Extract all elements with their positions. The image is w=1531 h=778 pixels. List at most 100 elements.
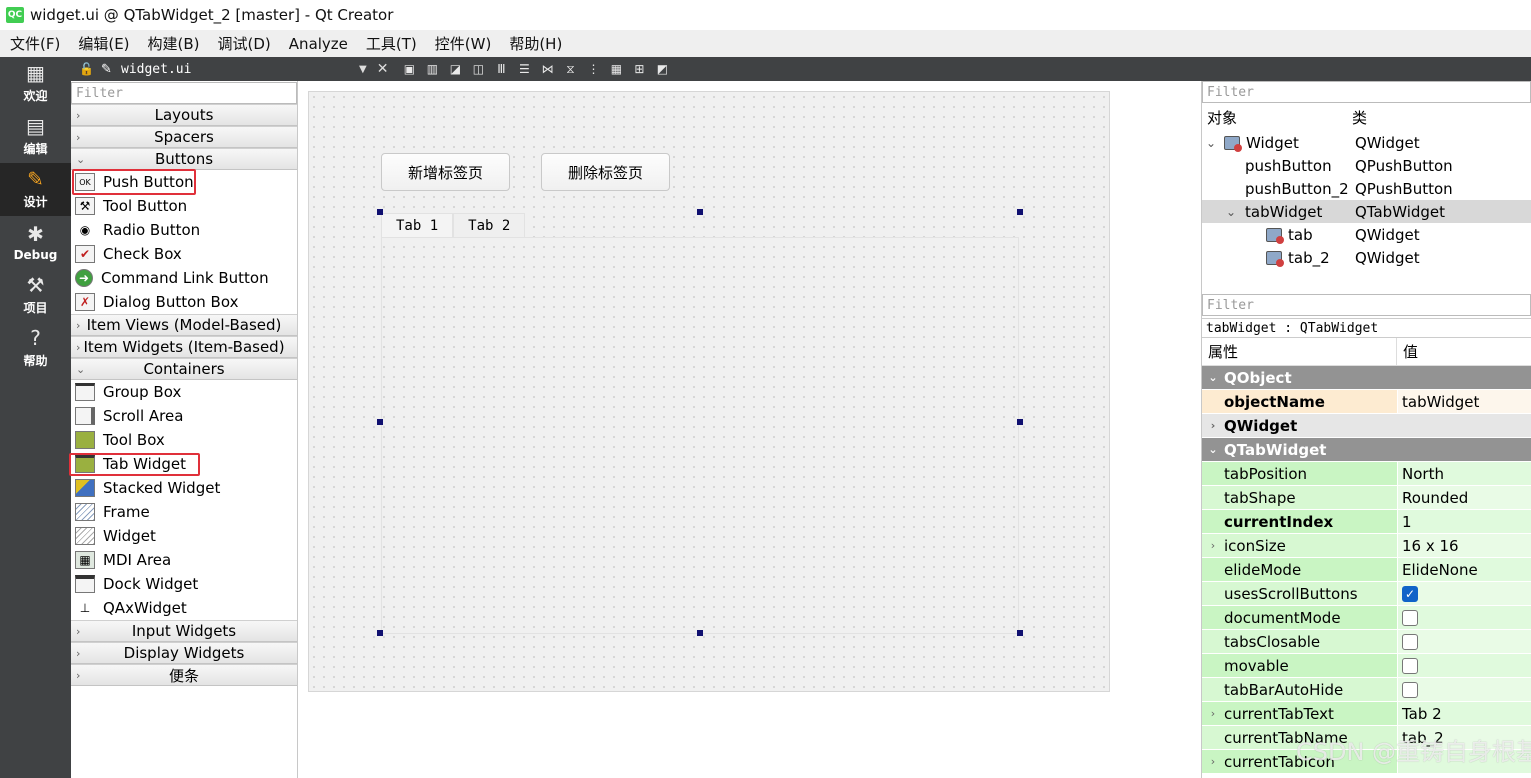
widget-dialog-button-box[interactable]: ✗ Dialog Button Box <box>71 290 297 314</box>
property-row-currentindex[interactable]: currentIndex 1 <box>1202 510 1531 534</box>
property-group-qtabwidget[interactable]: ⌄ QTabWidget <box>1202 438 1531 462</box>
property-value[interactable]: ElideNone <box>1397 558 1531 581</box>
chevron-right-icon[interactable]: › <box>1202 419 1224 432</box>
menu-help[interactable]: 帮助(H) <box>499 33 570 54</box>
chevron-right-icon[interactable]: › <box>1202 755 1224 768</box>
tree-row[interactable]: pushButton QPushButton <box>1202 154 1531 177</box>
widget-qaxwidget[interactable]: ⊥ QAxWidget <box>71 596 297 620</box>
tab-2[interactable]: Tab 2 <box>453 213 526 237</box>
tree-row[interactable]: ⌄ Widget QWidget <box>1202 131 1531 154</box>
chevron-right-icon[interactable]: › <box>1202 707 1224 720</box>
selection-handle[interactable] <box>697 630 703 636</box>
widget-radio-button[interactable]: ◉ Radio Button <box>71 218 297 242</box>
widget-tool-box[interactable]: Tool Box <box>71 428 297 452</box>
property-row-objectname[interactable]: objectName tabWidget <box>1202 390 1531 414</box>
property-filter-input[interactable]: Filter <box>1202 294 1531 316</box>
widget-tab-widget[interactable]: Tab Widget <box>71 452 297 476</box>
widget-filter-input[interactable]: Filter <box>71 82 297 104</box>
movable-checkbox[interactable] <box>1402 657 1418 674</box>
menu-widgets[interactable]: 控件(W) <box>425 33 500 54</box>
property-row-currenttabicon[interactable]: › currentTabIcon <box>1202 750 1531 774</box>
layout-vertical-icon[interactable]: ☰ <box>513 60 535 78</box>
tabs-closable-checkbox[interactable] <box>1402 633 1418 650</box>
property-row-tabshape[interactable]: tabShape Rounded <box>1202 486 1531 510</box>
form-editor-canvas[interactable]: 新增标签页 删除标签页 Tab 1 Tab 2 <box>298 81 1201 778</box>
menu-edit[interactable]: 编辑(E) <box>68 33 137 54</box>
mode-edit[interactable]: ▤ 编辑 <box>0 110 71 163</box>
widget-group-box[interactable]: Group Box <box>71 380 297 404</box>
category-layouts[interactable]: › Layouts <box>71 104 297 126</box>
close-icon[interactable]: ✕ <box>377 61 389 77</box>
edit-tab-order-icon[interactable]: ◫ <box>467 60 489 78</box>
layout-h-splitter-icon[interactable]: ⋈ <box>536 60 558 78</box>
category-item-views[interactable]: › Item Views (Model-Based) <box>71 314 297 336</box>
widget-scroll-area[interactable]: Scroll Area <box>71 404 297 428</box>
edit-signals-slots-icon[interactable]: ▥ <box>421 60 443 78</box>
layout-form-icon[interactable]: ⋮ <box>582 60 604 78</box>
tab-bar-auto-hide-checkbox[interactable] <box>1402 681 1418 698</box>
widget-check-box[interactable]: ✔ Check Box <box>71 242 297 266</box>
mode-welcome[interactable]: ▦ 欢迎 <box>0 57 71 110</box>
menu-file[interactable]: 文件(F) <box>0 33 68 54</box>
property-value[interactable]: tab_2 <box>1397 726 1531 749</box>
property-row-movable[interactable]: movable <box>1202 654 1531 678</box>
menu-analyze[interactable]: Analyze <box>279 35 356 53</box>
tree-row[interactable]: pushButton_2 QPushButton <box>1202 177 1531 200</box>
widget-command-link-button[interactable]: ➜ Command Link Button <box>71 266 297 290</box>
property-value[interactable]: 16 x 16 <box>1397 534 1531 557</box>
edit-widgets-icon[interactable]: ▣ <box>398 60 420 78</box>
chevron-down-icon[interactable]: ⌄ <box>1202 371 1224 384</box>
widget-mdi-area[interactable]: ▦ MDI Area <box>71 548 297 572</box>
mode-help[interactable]: ? 帮助 <box>0 322 71 375</box>
add-tab-button[interactable]: 新增标签页 <box>381 153 510 191</box>
delete-tab-button[interactable]: 删除标签页 <box>541 153 670 191</box>
property-row-tabsclosable[interactable]: tabsClosable <box>1202 630 1531 654</box>
widget-frame[interactable]: Frame <box>71 500 297 524</box>
chevron-down-icon[interactable]: ⌄ <box>1202 443 1224 456</box>
chevron-right-icon[interactable]: › <box>1202 539 1224 552</box>
category-item-widgets[interactable]: › Item Widgets (Item-Based) <box>71 336 297 358</box>
category-display-widgets[interactable]: › Display Widgets <box>71 642 297 664</box>
menu-debug[interactable]: 调试(D) <box>208 33 279 54</box>
category-input-widgets[interactable]: › Input Widgets <box>71 620 297 642</box>
menu-tools[interactable]: 工具(T) <box>356 33 425 54</box>
selection-handle[interactable] <box>1017 419 1023 425</box>
layout-horizontal-icon[interactable]: Ⅲ <box>490 60 512 78</box>
category-containers[interactable]: ⌄ Containers <box>71 358 297 380</box>
menu-build[interactable]: 构建(B) <box>138 33 208 54</box>
category-misc[interactable]: › 便条 <box>71 664 297 686</box>
selection-handle[interactable] <box>377 419 383 425</box>
selection-handle[interactable] <box>1017 209 1023 215</box>
selection-handle[interactable] <box>377 630 383 636</box>
selection-handle[interactable] <box>377 209 383 215</box>
property-row-currenttabname[interactable]: currentTabName tab_2 <box>1202 726 1531 750</box>
tab-widget[interactable]: Tab 1 Tab 2 <box>381 213 1023 634</box>
widget-stacked-widget[interactable]: Stacked Widget <box>71 476 297 500</box>
tab-1[interactable]: Tab 1 <box>381 213 454 237</box>
property-row-iconsize[interactable]: › iconSize 16 x 16 <box>1202 534 1531 558</box>
property-value[interactable]: Rounded <box>1397 486 1531 509</box>
layout-grid-icon[interactable]: ▦ <box>605 60 627 78</box>
widget-dock-widget[interactable]: Dock Widget <box>71 572 297 596</box>
form-widget[interactable]: 新增标签页 删除标签页 Tab 1 Tab 2 <box>308 91 1110 692</box>
document-mode-checkbox[interactable] <box>1402 609 1418 626</box>
tree-row[interactable]: tab_2 QWidget <box>1202 246 1531 269</box>
mode-projects[interactable]: ⚒ 项目 <box>0 269 71 322</box>
widget-push-button[interactable]: OK Push Button <box>71 170 297 194</box>
property-group-qwidget[interactable]: › QWidget <box>1202 414 1531 438</box>
widget-widget[interactable]: Widget <box>71 524 297 548</box>
break-layout-icon[interactable]: ⊞ <box>628 60 650 78</box>
mode-design[interactable]: ✎ 设计 <box>0 163 71 216</box>
widget-tool-button[interactable]: ⚒ Tool Button <box>71 194 297 218</box>
open-file-name[interactable]: widget.ui <box>121 62 321 77</box>
property-row-tabposition[interactable]: tabPosition North <box>1202 462 1531 486</box>
layout-v-splitter-icon[interactable]: ⧖ <box>559 60 581 78</box>
tree-row[interactable]: tab QWidget <box>1202 223 1531 246</box>
uses-scroll-buttons-checkbox[interactable]: ✓ <box>1402 585 1418 602</box>
tree-row-selected[interactable]: ⌄ tabWidget QTabWidget <box>1202 200 1531 223</box>
edit-buddies-icon[interactable]: ◪ <box>444 60 466 78</box>
category-buttons[interactable]: ⌄ Buttons <box>71 148 297 170</box>
object-filter-input[interactable]: Filter <box>1202 81 1531 103</box>
property-value[interactable]: Tab 2 <box>1397 702 1531 725</box>
selection-handle[interactable] <box>1017 630 1023 636</box>
